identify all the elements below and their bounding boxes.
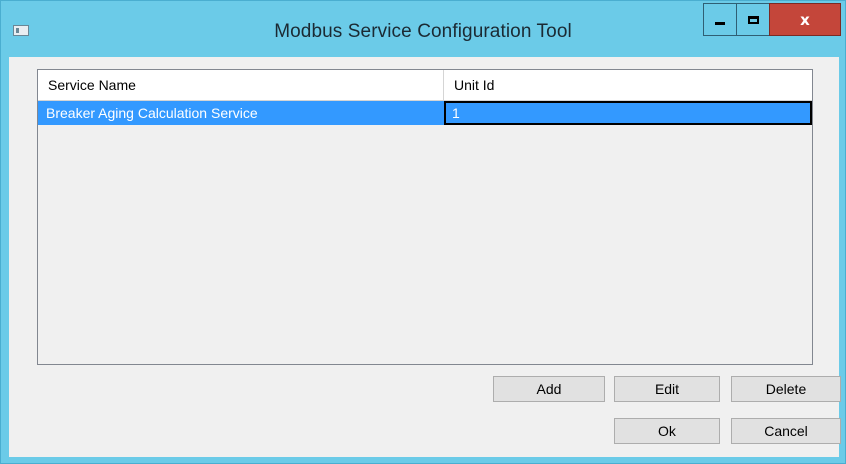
cancel-button[interactable]: Cancel — [731, 418, 841, 444]
maximize-button[interactable] — [736, 3, 770, 36]
delete-button[interactable]: Delete — [731, 376, 841, 402]
minimize-icon — [715, 22, 725, 25]
cell-unit-id[interactable]: 1 — [444, 101, 812, 125]
cell-service-name[interactable]: Breaker Aging Calculation Service — [38, 101, 444, 125]
main-window: Modbus Service Configuration Tool x Serv… — [0, 0, 846, 464]
close-icon: x — [800, 10, 810, 29]
client-area: Service Name Unit Id Breaker Aging Calcu… — [9, 57, 841, 457]
column-header-unit-id[interactable]: Unit Id — [444, 70, 812, 100]
ok-button[interactable]: Ok — [614, 418, 720, 444]
minimize-button[interactable] — [703, 3, 737, 36]
table-row[interactable]: Breaker Aging Calculation Service 1 — [38, 101, 812, 125]
title-bar[interactable]: Modbus Service Configuration Tool x — [1, 1, 845, 57]
column-header-service-name[interactable]: Service Name — [38, 70, 444, 100]
add-button[interactable]: Add — [493, 376, 605, 402]
maximize-icon — [747, 15, 759, 24]
edit-button[interactable]: Edit — [614, 376, 720, 402]
grid-header: Service Name Unit Id — [38, 70, 812, 101]
services-grid[interactable]: Service Name Unit Id Breaker Aging Calcu… — [37, 69, 813, 365]
close-button[interactable]: x — [769, 3, 841, 36]
